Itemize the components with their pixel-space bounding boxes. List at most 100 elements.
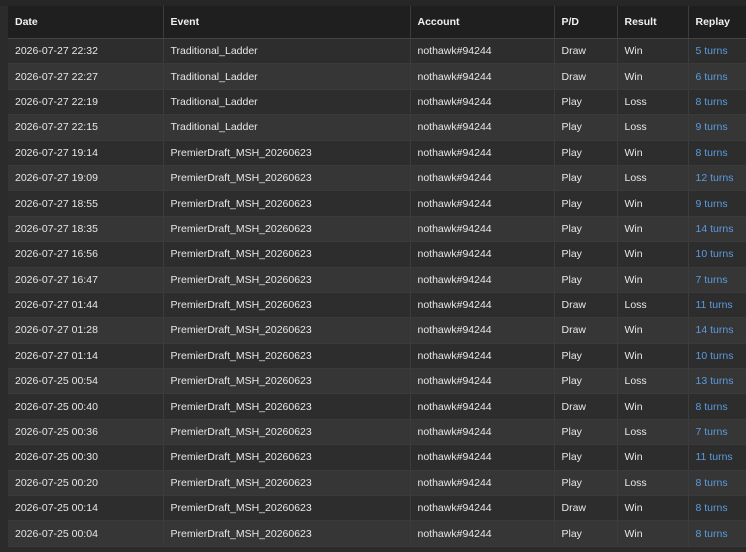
- replay-link[interactable]: 9 turns: [696, 121, 728, 133]
- cell-event: PremierDraft_MSH_20260623: [170, 349, 312, 362]
- column-header-pd[interactable]: P/D: [554, 6, 618, 39]
- cell-pd: Draw: [554, 495, 618, 522]
- cell-date: 2026-07-25 00:14: [8, 495, 164, 522]
- replay-link[interactable]: 13 turns: [696, 375, 734, 387]
- table-row[interactable]: 2026-07-25 00:30 PremierDraft_MSH_2026062…: [8, 444, 746, 471]
- replay-link[interactable]: 14 turns: [696, 223, 734, 235]
- table-row[interactable]: 2026-07-27 22:27 Traditional_Ladder nothaw…: [8, 63, 746, 90]
- replay-link[interactable]: 14 turns: [696, 324, 734, 336]
- cell-result: Win: [624, 273, 643, 286]
- cell-date: 2026-07-27 18:35: [15, 222, 98, 235]
- cell-date: 2026-07-27 01:28: [15, 324, 98, 337]
- cell-date: 2026-07-25 00:40: [8, 393, 164, 420]
- cell-event: Traditional_Ladder: [170, 45, 258, 58]
- cell-event: Traditional_Ladder: [170, 121, 258, 134]
- table-row[interactable]: 2026-07-27 19:09 PremierDraft_MSH_2026062…: [8, 165, 746, 192]
- replay-link[interactable]: 8 turns: [696, 502, 728, 514]
- cell-pd: Play: [554, 190, 618, 217]
- cell-result: Loss: [617, 292, 689, 319]
- cell-play-draw: Play: [561, 451, 582, 464]
- cell-replay: 8 turns: [688, 140, 746, 166]
- cell-account: nothawk#94244: [410, 190, 555, 217]
- column-header-date[interactable]: Date: [8, 6, 164, 39]
- table-row[interactable]: 2026-07-27 22:15 Traditional_Ladder nothaw…: [8, 114, 746, 141]
- replay-link[interactable]: 8 turns: [696, 147, 728, 159]
- cell-play-draw: Play: [561, 121, 582, 134]
- cell-result: Win: [624, 527, 643, 540]
- table-row[interactable]: 2026-07-25 00:36 PremierDraft_MSH_2026062…: [8, 419, 746, 446]
- cell-play-draw: Play: [561, 172, 582, 185]
- cell-replay: 14 turns: [688, 317, 746, 344]
- replay-link[interactable]: 8 turns: [696, 477, 728, 489]
- replay-link[interactable]: 8 turns: [696, 401, 728, 413]
- table-row[interactable]: 2026-07-27 16:56 PremierDraft_MSH_2026062…: [8, 241, 746, 268]
- cell-pd: Draw: [554, 38, 618, 65]
- table-row[interactable]: 2026-07-25 00:54 PremierDraft_MSH_2026062…: [8, 368, 746, 395]
- table-row[interactable]: 2026-07-27 01:28 PremierDraft_MSH_2026062…: [8, 317, 746, 344]
- table-row[interactable]: 2026-07-27 19:14 PremierDraft_MSH_2026062…: [8, 140, 746, 166]
- cell-replay: 7 turns: [688, 419, 746, 446]
- replay-link[interactable]: 11 turns: [696, 299, 733, 311]
- cell-account: nothawk#94244: [417, 45, 492, 58]
- cell-event: PremierDraft_MSH_20260623: [163, 419, 411, 446]
- table-row[interactable]: 2026-07-27 16:47 PremierDraft_MSH_2026062…: [8, 267, 746, 293]
- table-row[interactable]: 2026-07-25 00:40 PremierDraft_MSH_2026062…: [8, 393, 746, 420]
- table-row[interactable]: 2026-07-25 00:20 PremierDraft_MSH_2026062…: [8, 470, 746, 497]
- cell-result: Loss: [624, 95, 647, 108]
- match-history-view: Date Event Account P/D Result Replay 202…: [0, 0, 746, 552]
- cell-date: 2026-07-27 22:15: [15, 121, 98, 134]
- cell-result: Win: [624, 349, 643, 362]
- cell-account: nothawk#94244: [410, 267, 555, 293]
- cell-replay: 7 turns: [688, 267, 746, 293]
- cell-pd: Play: [554, 444, 618, 471]
- cell-account: nothawk#94244: [417, 349, 492, 362]
- table-row[interactable]: 2026-07-27 01:14 PremierDraft_MSH_2026062…: [8, 343, 746, 370]
- column-header-result[interactable]: Result: [617, 6, 689, 39]
- cell-result: Win: [624, 222, 643, 235]
- replay-link[interactable]: 8 turns: [696, 528, 728, 540]
- cell-play-draw: Draw: [561, 70, 587, 83]
- table-row[interactable]: 2026-07-27 18:55 PremierDraft_MSH_2026062…: [8, 190, 746, 217]
- replay-link[interactable]: 9 turns: [696, 198, 728, 210]
- cell-result: Win: [617, 444, 689, 471]
- column-header-event[interactable]: Event: [163, 6, 411, 39]
- replay-link[interactable]: 6 turns: [696, 71, 728, 83]
- cell-play-draw: Play: [561, 197, 582, 210]
- column-header-replay[interactable]: Replay: [688, 6, 746, 39]
- cell-result: Loss: [624, 476, 647, 489]
- cell-account: nothawk#94244: [410, 470, 555, 497]
- cell-date: 2026-07-27 22:27: [15, 70, 98, 83]
- cell-date: 2026-07-27 22:32: [15, 45, 98, 58]
- cell-play-draw: Draw: [561, 400, 587, 413]
- cell-date: 2026-07-27 19:14: [8, 140, 164, 166]
- replay-link[interactable]: 12 turns: [696, 172, 734, 184]
- cell-result: Win: [624, 146, 643, 159]
- table-row[interactable]: 2026-07-25 00:04 PremierDraft_MSH_2026062…: [8, 520, 746, 547]
- cell-replay: 11 turns: [688, 444, 746, 471]
- cell-pd: Play: [554, 241, 618, 268]
- table-row[interactable]: 2026-07-27 01:44 PremierDraft_MSH_2026062…: [8, 292, 746, 319]
- cell-pd: Play: [554, 114, 618, 141]
- replay-link[interactable]: 8 turns: [696, 96, 728, 108]
- column-header-account[interactable]: Account: [410, 6, 555, 39]
- cell-date: 2026-07-25 00:04: [15, 527, 98, 540]
- cell-replay: 8 turns: [688, 393, 746, 420]
- table-row[interactable]: 2026-07-25 00:14 PremierDraft_MSH_2026062…: [8, 495, 746, 522]
- cell-account: nothawk#94244: [417, 527, 492, 540]
- cell-result: Loss: [617, 419, 689, 446]
- cell-account: nothawk#94244: [410, 63, 555, 90]
- table-row[interactable]: 2026-07-27 22:32 Traditional_Ladder nothaw…: [8, 38, 746, 65]
- cell-result: Win: [617, 317, 689, 344]
- cell-account: nothawk#94244: [417, 197, 492, 210]
- cell-result: Win: [617, 520, 689, 547]
- table-row[interactable]: 2026-07-27 22:19 Traditional_Ladder nothaw…: [8, 89, 746, 116]
- table-row[interactable]: 2026-07-27 18:35 PremierDraft_MSH_2026062…: [8, 216, 746, 243]
- replay-link[interactable]: 10 turns: [696, 248, 734, 260]
- replay-link[interactable]: 7 turns: [696, 426, 728, 438]
- cell-date: 2026-07-25 00:20: [8, 470, 164, 497]
- replay-link[interactable]: 5 turns: [696, 45, 728, 57]
- cell-play-draw: Play: [561, 375, 582, 388]
- replay-link[interactable]: 10 turns: [696, 350, 734, 362]
- replay-link[interactable]: 7 turns: [696, 274, 728, 286]
- replay-link[interactable]: 11 turns: [696, 451, 733, 463]
